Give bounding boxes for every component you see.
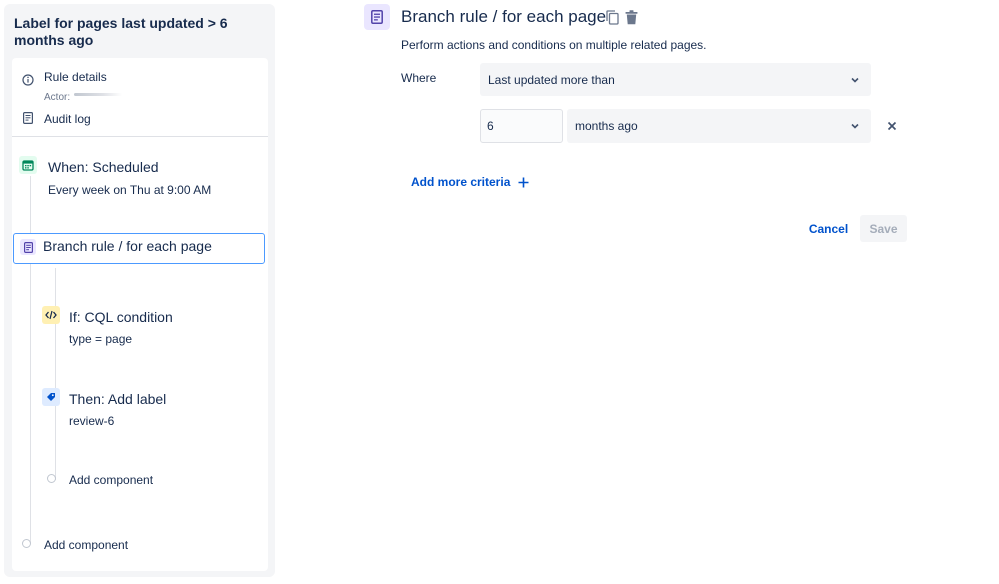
page-icon — [20, 239, 36, 255]
where-label: Where — [401, 71, 437, 85]
editor-title: Branch rule / for each page — [401, 7, 607, 26]
chevron-down-icon — [851, 77, 859, 83]
save-button[interactable]: Save — [860, 215, 907, 242]
code-icon — [42, 306, 60, 324]
unit-select-value: months ago — [575, 119, 638, 133]
rule-details-label: Rule details — [44, 70, 107, 84]
document-icon — [21, 111, 35, 125]
info-icon — [21, 73, 35, 87]
unit-select[interactable]: months ago — [567, 109, 871, 143]
condition-subtitle: type = page — [69, 332, 133, 346]
add-more-criteria-button[interactable]: Add more criteria — [411, 175, 529, 189]
cancel-button[interactable]: Cancel — [801, 215, 856, 242]
add-component-outer-button[interactable]: Add component — [44, 538, 128, 552]
action-subtitle: review-6 — [69, 414, 115, 428]
add-component-dot-icon — [22, 539, 31, 548]
remove-criteria-icon[interactable] — [884, 118, 900, 134]
rule-title: Label for pages last updated > 6 months … — [14, 15, 228, 48]
calendar-icon — [19, 156, 37, 174]
branch-title: Branch rule / for each page — [43, 238, 212, 254]
copy-icon[interactable] — [604, 9, 620, 25]
plus-icon — [518, 177, 529, 188]
condition-component[interactable]: If: CQL condition type = page — [36, 304, 268, 348]
rule-sidebar: Label for pages last updated > 6 months … — [4, 4, 275, 577]
editor-description: Perform actions and conditions on multip… — [401, 38, 707, 52]
where-select-value: Last updated more than — [488, 73, 615, 87]
action-component[interactable]: Then: Add label review-6 — [36, 386, 268, 430]
outer-flow-line — [30, 176, 31, 543]
trigger-title: When: Scheduled — [48, 159, 159, 175]
branch-page-icon — [364, 4, 390, 30]
action-title: Then: Add label — [69, 391, 167, 407]
actor-line: Actor: — [44, 92, 123, 103]
add-more-criteria-label: Add more criteria — [411, 175, 511, 189]
chevron-down-icon — [851, 123, 859, 129]
tag-icon — [42, 388, 60, 406]
condition-title: If: CQL condition — [69, 309, 173, 325]
trigger-component[interactable]: When: Scheduled Every week on Thu at 9:0… — [12, 154, 268, 198]
actor-placeholder — [74, 93, 123, 96]
inner-flow-line — [55, 268, 56, 480]
audit-log-label: Audit log — [44, 112, 91, 126]
add-component-inner-button[interactable]: Add component — [69, 473, 153, 487]
trigger-subtitle: Every week on Thu at 9:00 AM — [48, 183, 212, 197]
actor-label: Actor: — [44, 92, 71, 103]
audit-log-link[interactable]: Audit log — [12, 108, 268, 128]
months-amount-input[interactable] — [480, 109, 563, 143]
trash-icon[interactable] — [623, 9, 639, 25]
rule-details-link[interactable]: Rule details Actor: — [12, 66, 268, 103]
branch-component[interactable]: Branch rule / for each page — [13, 233, 265, 264]
add-component-dot-icon — [47, 474, 56, 483]
sidebar-divider — [12, 136, 268, 137]
where-select[interactable]: Last updated more than — [480, 63, 871, 96]
